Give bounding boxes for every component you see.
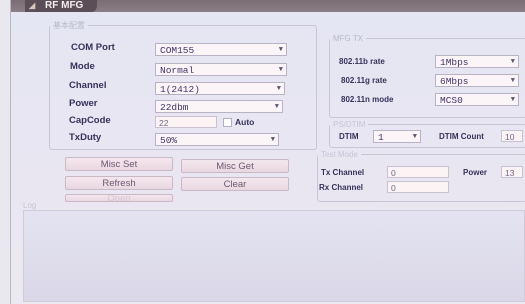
rate-11b-select[interactable]: 1Mbps ▼ [435,55,519,68]
channel-select[interactable]: 1(2412) ▼ [155,82,285,95]
com-port-value: COM155 [160,45,195,56]
chevron-down-icon: ▼ [278,46,283,54]
chevron-down-icon: ▼ [510,77,515,85]
title-tab: ◢ RF MFG [25,0,98,12]
rx-channel-label: Rx Channel [319,183,364,192]
capcode-label: CapCode [69,115,111,126]
app-logo-icon: ◢ [29,1,36,10]
test-power-input[interactable]: 13 [501,166,523,178]
mode-value: Normal [160,65,195,76]
log-output-area[interactable] [23,210,525,302]
open-button[interactable]: Open [65,194,173,202]
chevron-down-icon: ▼ [274,103,279,111]
chevron-down-icon: ▼ [510,96,515,104]
mode-label: Mode [70,61,95,72]
title-bar: ◢ RF MFG [11,0,525,12]
auto-checkbox[interactable] [223,118,232,127]
dtim-value: 1 [378,132,384,143]
tx-channel-label: Tx Channel [321,168,365,177]
log-label: Log [23,201,37,210]
rate-11g-select[interactable]: 6Mbps ▼ [435,74,519,87]
rate-11g-value: 6Mbps [440,76,469,87]
rf-mfg-window: ◢ RF MFG 基本配置 COM Port COM155 ▼ Mode Nor… [10,0,525,304]
chevron-down-icon: ▼ [278,66,283,74]
misc-set-button[interactable]: Misc Set [65,157,173,171]
misc-get-button[interactable]: Misc Get [181,159,289,173]
chevron-down-icon: ▼ [276,85,281,93]
mode-11n-label: 802.11n mode [341,95,394,104]
mode-11n-value: MCS0 [440,95,463,106]
mfg-tx-title: MFG TX [333,34,364,43]
rate-11b-label: 802.11b rate [339,57,385,66]
clear-button[interactable]: Clear [181,177,289,191]
chevron-down-icon: ▼ [412,133,417,141]
test-power-label: Power [463,168,488,177]
mode-select[interactable]: Normal ▼ [155,63,287,76]
dtim-count-label: DTIM Count [439,132,484,141]
window-title: RF MFG [45,0,84,11]
dtim-select[interactable]: 1 ▼ [373,130,421,143]
basic-settings-title: 基本配置 [53,21,85,30]
power-label: Power [69,98,98,109]
txduty-select[interactable]: 50% ▼ [155,133,279,146]
tx-channel-input[interactable]: 0 [387,166,449,178]
power-value: 22dbm [160,102,189,113]
auto-label: Auto [235,117,255,127]
txduty-label: TxDuty [69,132,102,143]
dtim-count-value: 10 [505,132,515,142]
txduty-value: 50% [160,135,178,146]
capcode-value: 22 [159,118,169,128]
capcode-input[interactable]: 22 [155,116,217,128]
rx-channel-value: 0 [391,183,396,193]
rate-11g-label: 802.11g rate [341,76,387,85]
power-select[interactable]: 22dbm ▼ [155,100,283,113]
test-mode-title: Test Mode [321,150,358,159]
rate-11b-value: 1Mbps [440,57,469,68]
dtim-count-input[interactable]: 10 [501,130,523,142]
channel-value: 1(2412) [160,84,200,95]
mode-11n-select[interactable]: MCS0 ▼ [435,93,519,106]
dtim-label: DTIM [339,132,359,141]
chevron-down-icon: ▼ [270,136,275,144]
com-port-select[interactable]: COM155 ▼ [155,43,287,56]
tx-channel-value: 0 [391,168,396,178]
rx-channel-input[interactable]: 0 [387,181,449,193]
chevron-down-icon: ▼ [510,58,515,66]
test-power-value: 13 [505,168,515,178]
channel-label: Channel [69,80,107,91]
com-port-label: COM Port [71,42,115,53]
dtim-group-title: PS/DTIM [333,120,366,129]
refresh-button[interactable]: Refresh [65,176,173,190]
